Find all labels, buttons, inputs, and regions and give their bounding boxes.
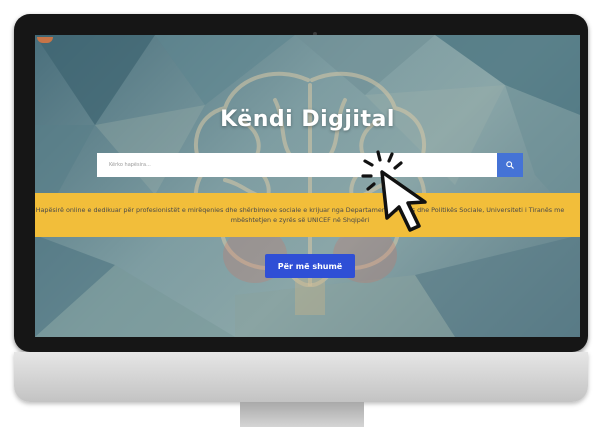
search-icon: [506, 161, 514, 169]
monitor-stand: [240, 402, 364, 427]
screen: Këndi Digjital Hapësirë online e dedikua…: [35, 35, 580, 337]
search-button[interactable]: [497, 153, 523, 177]
search-bar: [97, 153, 523, 177]
site-title: Këndi Digjital: [220, 107, 395, 132]
banner-text: Hapësirë online e dedikuar për profesion…: [35, 206, 565, 224]
hand-pointer-cursor: [358, 146, 454, 242]
learn-more-button[interactable]: Për më shumë: [265, 254, 355, 278]
info-banner: Hapësirë online e dedikuar për profesion…: [35, 193, 580, 237]
hand-pointer-cursor-icon: [380, 170, 427, 232]
monitor-chin: [14, 352, 588, 402]
